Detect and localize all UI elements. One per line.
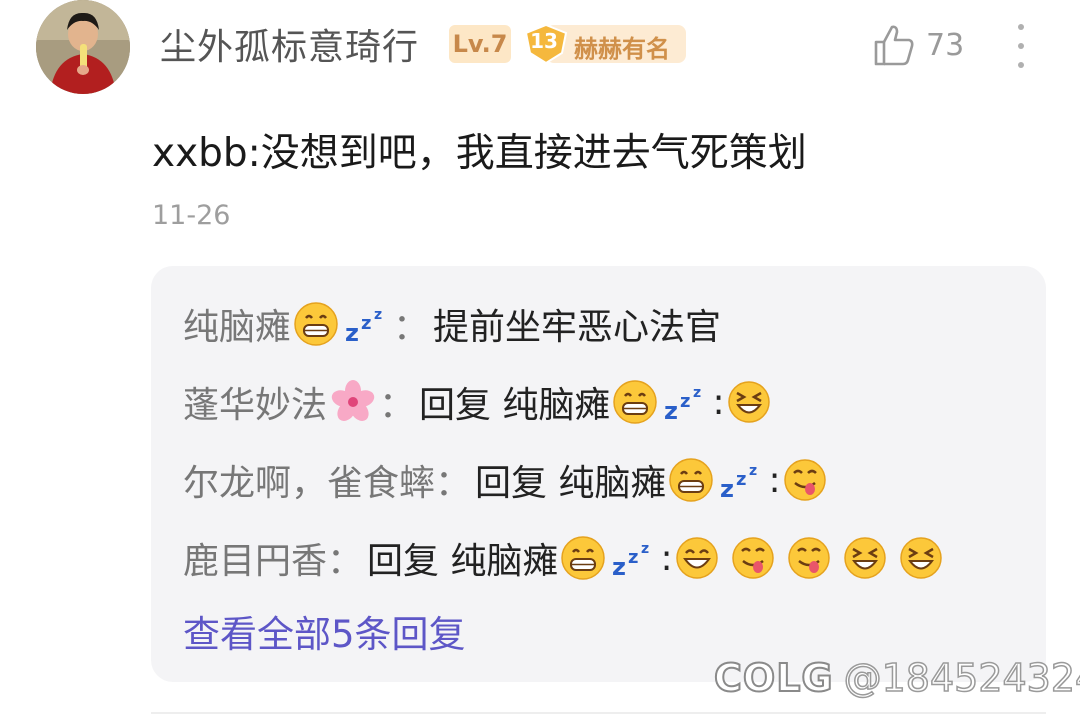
reply-item[interactable]: 纯脑瘫 zzz ： 提前坐牢恶心法官 [183, 296, 721, 352]
fan-badge-label: 赫赫有名 [574, 35, 670, 63]
laughing-squint-icon [899, 536, 943, 580]
grin-icon [612, 379, 658, 425]
grin-icon [668, 457, 714, 503]
comment-date: 11-26 [152, 200, 231, 231]
zzz-icon: zzz [343, 301, 391, 347]
reply-text: 回复 纯脑瘫 [367, 541, 559, 582]
yum-icon [783, 458, 827, 502]
reply-text: 回复 纯脑瘫 [475, 463, 667, 504]
yum-icon [731, 536, 775, 580]
reply-item[interactable]: 蓬华妙法 ： 回复 纯脑瘫 zzz: [183, 374, 773, 430]
svg-text:z: z [693, 385, 701, 401]
svg-text:z: z [720, 475, 734, 503]
grin-icon [560, 535, 606, 581]
watermark: COLG @184524324 [713, 650, 1080, 706]
svg-text:z: z [736, 469, 746, 490]
laughing-squint-icon [843, 536, 887, 580]
svg-text:z: z [628, 547, 638, 568]
reply-separator: ： [393, 307, 430, 348]
cherry-blossom-icon [329, 378, 377, 426]
level-badge: Lv.7 [449, 25, 511, 63]
svg-text:z: z [749, 463, 757, 479]
zzz-icon: zzz [662, 379, 710, 425]
svg-text:z: z [345, 319, 359, 347]
reply-text: 回复 纯脑瘫 [419, 385, 611, 426]
replies-panel[interactable]: 纯脑瘫 zzz ： 提前坐牢恶心法官 蓬华妙法 ： 回复 纯脑瘫 z z z:… [151, 266, 1046, 682]
fan-badge-number: 13 [530, 29, 558, 53]
more-dot-icon [1018, 62, 1024, 68]
laughing-squint-icon [727, 380, 771, 424]
more-dot-icon [1018, 24, 1024, 30]
reply-author[interactable]: 尔龙啊，雀食蟀 [183, 454, 435, 506]
divider [151, 712, 1046, 714]
watermark-logo: COLG [713, 655, 834, 701]
comment-card: 尘外孤标意琦行 Lv.7 13 赫赫有名 73 xxbb:没想到吧，我直接进去气… [0, 0, 1080, 720]
reply-author[interactable]: 纯脑瘫 [183, 298, 291, 350]
reply-item[interactable]: 鹿目円香 ： 回复 纯脑瘫 zzz : [183, 530, 945, 586]
svg-text:z: z [374, 307, 382, 323]
zzz-icon: zzz [718, 457, 766, 503]
fan-badge[interactable]: 13 赫赫有名 [522, 23, 688, 65]
like-button[interactable]: 73 [872, 22, 972, 68]
zzz-icon: zzz [610, 535, 658, 581]
view-all-replies-link[interactable]: 查看全部5条回复 [183, 604, 466, 658]
reply-colon: : [712, 381, 725, 423]
reply-author[interactable]: 鹿目円香 [183, 532, 327, 584]
reply-colon: : [660, 537, 673, 579]
grin-icon [293, 301, 339, 347]
svg-text:z: z [680, 391, 690, 412]
reply-text: 提前坐牢恶心法官 [433, 307, 722, 348]
svg-text:z: z [361, 313, 371, 334]
thumbs-up-icon [874, 25, 914, 66]
username[interactable]: 尘外孤标意琦行 [160, 18, 419, 70]
reply-separator: ： [435, 463, 472, 504]
reply-item[interactable]: 尔龙啊，雀食蟀 ： 回复 纯脑瘫 zzz : [183, 452, 829, 508]
more-options-button[interactable] [1006, 24, 1036, 68]
svg-text:z: z [612, 553, 626, 581]
reply-separator: ： [327, 541, 364, 582]
svg-text:z: z [641, 541, 649, 557]
avatar[interactable] [36, 0, 130, 94]
watermark-handle: @184524324 [843, 655, 1080, 701]
comment-text: xxbb:没想到吧，我直接进去气死策划 [152, 131, 807, 176]
reply-author[interactable]: 蓬华妙法 [183, 376, 327, 428]
beaming-icon [675, 536, 719, 580]
more-dot-icon [1018, 43, 1024, 49]
reply-separator: ： [379, 385, 416, 426]
svg-text:z: z [664, 397, 678, 425]
like-count: 73 [926, 27, 965, 63]
reply-colon: : [768, 459, 781, 501]
yum-icon [787, 536, 831, 580]
